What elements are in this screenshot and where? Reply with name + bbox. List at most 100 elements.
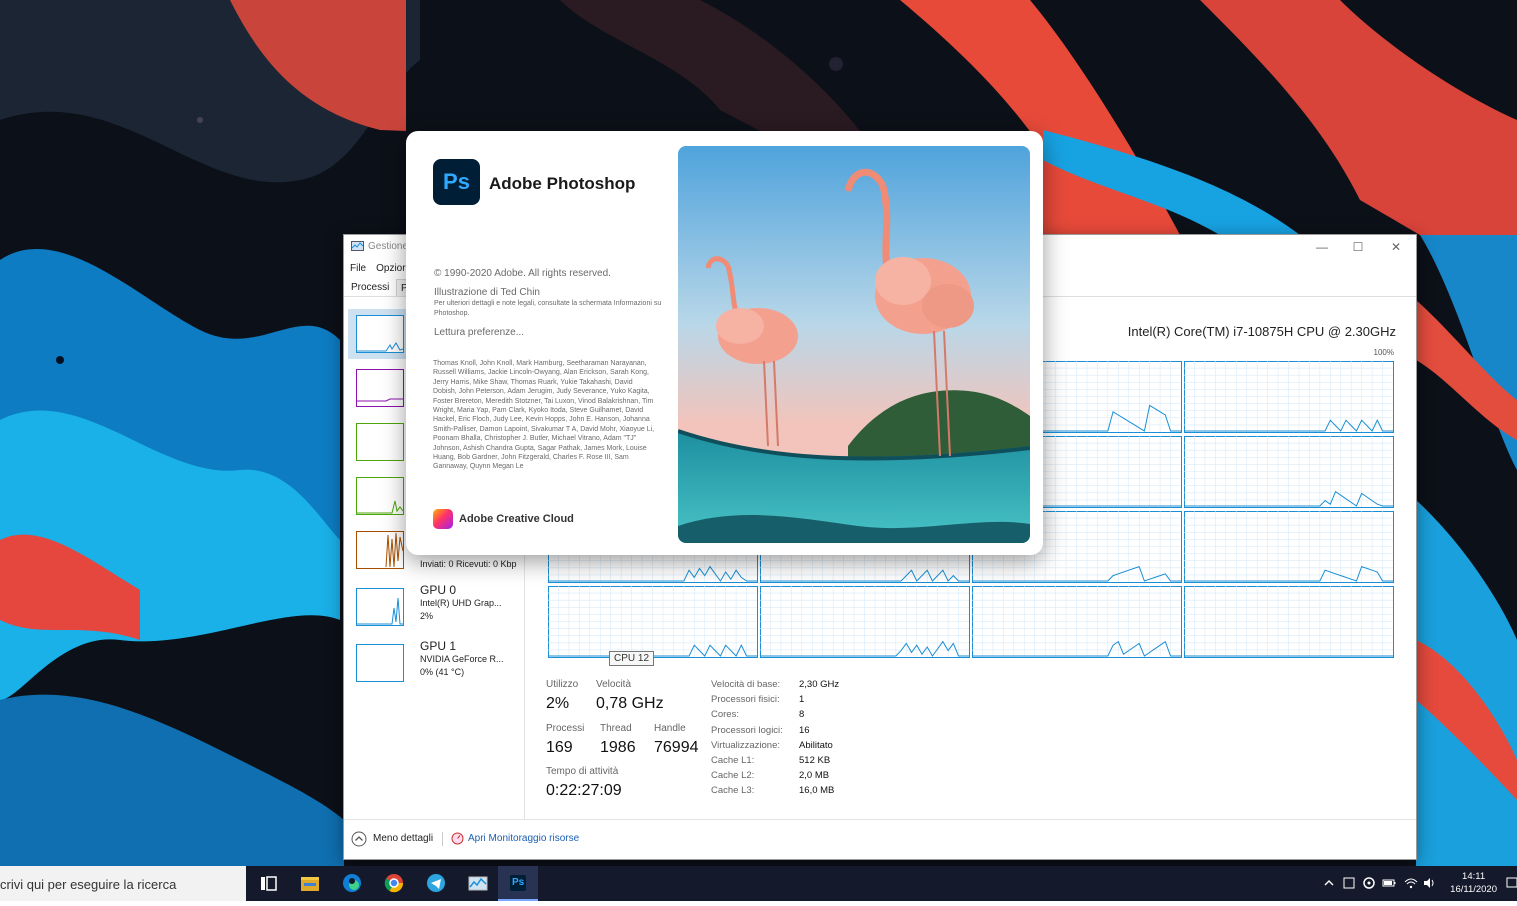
footer-divider <box>344 819 1416 820</box>
task-manager-taskbar-icon[interactable] <box>458 866 498 901</box>
spec-key: Cache L3: <box>711 785 755 797</box>
chrome-icon[interactable] <box>374 866 414 901</box>
spec-value: 2,0 MB <box>799 770 830 782</box>
gpu1-subtitle: NVIDIA GeForce R... <box>420 654 504 664</box>
utilization-value: 2% <box>546 695 570 712</box>
cpu-specs: Velocità di base: 2,30 GHz Processori fis… <box>711 679 871 801</box>
maximize-icon[interactable]: ☐ <box>1350 239 1366 255</box>
gpu0-detail: 2% <box>420 611 434 621</box>
task-view-icon[interactable] <box>248 866 288 901</box>
cpu-sparkline <box>356 315 404 353</box>
spec-value: Abilitato <box>799 739 833 751</box>
spec-key: Velocità di base: <box>711 679 781 690</box>
spec-value: 16 <box>799 724 810 736</box>
chevron-up-icon[interactable] <box>351 831 367 847</box>
cpu-core-graph <box>1184 586 1394 658</box>
photoshop-taskbar-label: Ps <box>512 877 525 888</box>
handles-label: Handle <box>654 723 686 734</box>
wifi-icon[interactable] <box>1404 876 1418 890</box>
speed-label: Velocità <box>596 679 632 690</box>
telegram-icon[interactable] <box>416 866 456 901</box>
spec-value: 1 <box>799 694 805 706</box>
threads-label: Thread <box>600 723 632 734</box>
cpu-core-graph <box>1184 436 1394 508</box>
taskbar-search-box[interactable]: crivi qui per eseguire la ricerca <box>0 866 246 901</box>
spec-value: 2,30 GHz <box>799 679 840 690</box>
notification-icon[interactable] <box>1505 876 1517 890</box>
uptime-label: Tempo di attività <box>546 766 619 777</box>
gpu1-title: GPU 1 <box>420 639 457 653</box>
tray-settings-icon[interactable] <box>1362 876 1376 890</box>
cpu-tooltip: CPU 12 <box>609 651 655 666</box>
menu-options[interactable]: Opzior <box>376 263 405 274</box>
cpu-core-graph <box>760 586 970 658</box>
disk1-sparkline <box>356 477 404 515</box>
uptime-value: 0:22:27:09 <box>546 782 622 799</box>
illustration-credit: Illustrazione di Ted Chin <box>434 287 540 298</box>
tray-window-icon[interactable] <box>1342 876 1356 890</box>
photoshop-taskbar-icon[interactable]: Ps <box>498 866 538 901</box>
spec-value: 512 KB <box>799 754 831 766</box>
clock-time: 14:11 <box>1462 871 1486 882</box>
spec-value: 16,0 MB <box>799 785 835 797</box>
volume-icon[interactable] <box>1422 876 1436 890</box>
cpu-core-graph <box>1184 361 1394 433</box>
handles-value: 76994 <box>654 739 699 756</box>
app-name: Adobe Photoshop <box>489 174 636 193</box>
creative-cloud-icon <box>433 509 453 529</box>
battery-icon[interactable] <box>1382 876 1396 890</box>
processes-value: 169 <box>546 739 573 756</box>
copyright-text: © 1990-2020 Adobe. All rights reserved. <box>434 268 611 279</box>
spec-key: Cores: <box>711 709 739 721</box>
speed-value: 0,78 GHz <box>596 695 664 712</box>
footer-bar: Meno dettagli Apri Monitoraggio risorse <box>344 829 1416 859</box>
ethernet-sparkline <box>356 531 404 569</box>
threads-value: 1986 <box>600 739 636 756</box>
cpu-core-graph <box>1184 511 1394 583</box>
system-clock[interactable]: 14:11 16/11/2020 <box>1450 870 1497 896</box>
flamingo-illustration <box>678 146 1030 543</box>
taskbar: crivi qui per eseguire la ricerca Ps 14:… <box>0 866 1517 901</box>
resource-monitor-icon <box>451 832 464 845</box>
legal-note: Per ulteriori dettagli e note legali, co… <box>434 300 662 317</box>
spec-key: Processori logici: <box>711 724 783 736</box>
sidebar-item-gpu0[interactable]: GPU 0 Intel(R) UHD Grap... 2% <box>348 582 524 632</box>
creative-cloud-label: Adobe Creative Cloud <box>459 513 574 525</box>
memory-sparkline <box>356 369 404 407</box>
close-icon[interactable]: ✕ <box>1388 239 1404 255</box>
menu-file[interactable]: File <box>350 263 366 274</box>
gpu0-title: GPU 0 <box>420 583 457 597</box>
photoshop-logo-icon: Ps <box>433 159 480 205</box>
loading-status: Lettura preferenze... <box>434 327 525 338</box>
disk0-sparkline <box>356 423 404 461</box>
open-resource-monitor-link[interactable]: Apri Monitoraggio risorse <box>468 833 579 844</box>
utilization-label: Utilizzo <box>546 679 579 690</box>
tab-processes[interactable]: Processi <box>347 279 393 296</box>
file-explorer-icon[interactable] <box>290 866 330 901</box>
gpu1-detail: 0% (41 °C) <box>420 667 465 677</box>
minimize-icon[interactable]: — <box>1314 239 1330 255</box>
edge-icon[interactable] <box>332 866 372 901</box>
sidebar-item-gpu1[interactable]: GPU 1 NVIDIA GeForce R... 0% (41 °C) <box>348 638 524 688</box>
credits-list: Thomas Knoll, John Knoll, Mark Hamburg, … <box>433 360 655 471</box>
spec-key: Processori fisici: <box>711 694 780 706</box>
footer-separator <box>442 832 443 846</box>
spec-key: Virtualizzazione: <box>711 739 781 751</box>
task-manager-icon <box>351 241 364 251</box>
spec-key: Cache L1: <box>711 754 755 766</box>
search-placeholder: crivi qui per eseguire la ricerca <box>0 877 177 892</box>
window-title: Gestione <box>368 241 409 252</box>
clock-date: 16/11/2020 <box>1450 884 1497 895</box>
gpu1-sparkline <box>356 644 404 682</box>
spec-key: Cache L2: <box>711 770 755 782</box>
ethernet-detail: Inviati: 0 Ricevuti: 0 Kbp <box>420 559 517 569</box>
cpu-core-graph <box>972 586 1182 658</box>
gpu0-sparkline <box>356 588 404 626</box>
chevron-up-icon[interactable] <box>1322 876 1336 890</box>
spec-value: 8 <box>799 709 805 721</box>
fewer-details-link[interactable]: Meno dettagli <box>373 833 433 844</box>
cpu-core-graph <box>548 586 758 658</box>
photoshop-splash-screen: Ps Adobe Photoshop © 1990-2020 Adobe. Al… <box>406 131 1043 555</box>
processes-label: Processi <box>546 723 585 734</box>
gpu0-subtitle: Intel(R) UHD Grap... <box>420 598 502 608</box>
